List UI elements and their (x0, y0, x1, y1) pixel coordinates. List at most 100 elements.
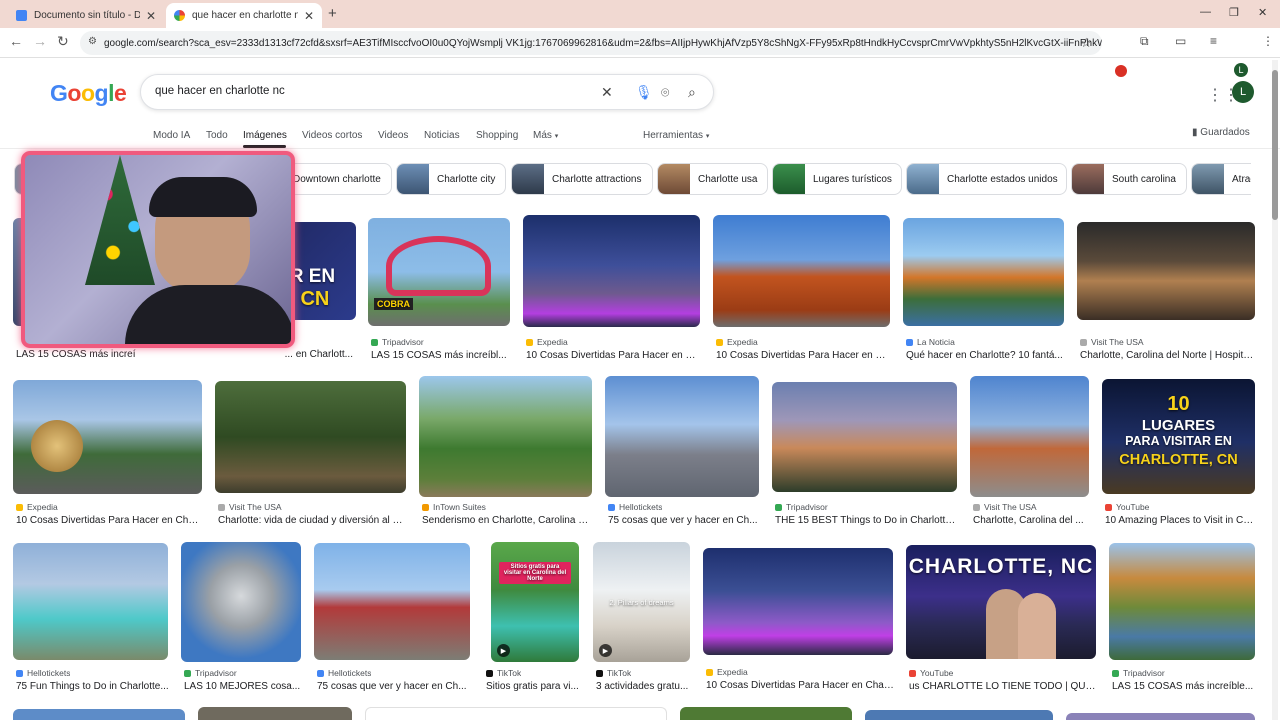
tab-mas[interactable]: Más ▾ (533, 130, 558, 141)
search-box[interactable]: que hacer en charlotte nc ✕ 🎙 ⌾ ⌕ (140, 74, 714, 110)
result-caption: Qué hacer en Charlotte? 10 fantá... (906, 350, 1063, 361)
expedia-icon (526, 338, 533, 346)
chip-south-carolina[interactable]: South carolina (1071, 163, 1187, 195)
result-source: Expedia (706, 667, 748, 677)
tab-search[interactable]: que hacer en charlotte nc - Bus ✕ (166, 3, 322, 28)
image-result[interactable]: Expedia 10 Cosas Divertidas Para Hacer e… (713, 215, 890, 363)
image-result[interactable]: 10 LUGARES PARA VISITAR EN CHARLOTTE, CN… (1102, 379, 1256, 528)
hellotickets-icon (16, 669, 23, 677)
reload-icon[interactable]: ↻ (57, 33, 69, 50)
image-result[interactable]: La Noticia Qué hacer en Charlotte? 10 fa… (903, 218, 1064, 363)
image-result[interactable] (680, 707, 852, 720)
image-result[interactable]: Expedia 10 Cosas Divertidas Para Hacer e… (13, 380, 202, 528)
search-icon[interactable]: ⌕ (688, 84, 696, 101)
forward-icon[interactable]: → (33, 33, 47, 49)
tab-videos[interactable]: Videos (378, 130, 408, 141)
image-result[interactable]: Expedia 10 Cosas Divertidas Para Hacer e… (523, 215, 700, 363)
source-label: Hellotickets (328, 668, 372, 678)
chip-charlotte-usa[interactable]: Charlotte usa (657, 163, 768, 195)
result-image (181, 542, 301, 662)
image-result[interactable]: Sitios gratis para visitar en Carolina d… (483, 542, 580, 693)
maximize-icon[interactable]: ❐ (1229, 6, 1239, 19)
cast-icon[interactable]: ▭ (1175, 34, 1186, 48)
image-result[interactable] (865, 710, 1053, 720)
url-field[interactable]: ⚙ google.com/search?sca_esv=2333d1313cf7… (80, 31, 1102, 55)
image-result[interactable]: CHARLOTTE, NC YouTube us CHARLOTTE LO TI… (906, 545, 1097, 693)
image-result[interactable]: Hellotickets 75 cosas que ver y hacer en… (605, 376, 759, 528)
result-source: TikTok (596, 668, 631, 678)
page-scrollbar[interactable] (1272, 60, 1278, 720)
image-result[interactable]: Visit The USA Charlotte, Carolina del ..… (970, 376, 1089, 528)
expedia-icon (16, 503, 23, 511)
image-result[interactable]: Visit The USA Charlotte: vida de ciudad … (215, 381, 406, 528)
chip-label: Charlotte usa (698, 173, 758, 185)
image-result[interactable]: Tripadvisor LAS 15 COSAS más increíble..… (1109, 543, 1255, 693)
microphone-icon[interactable]: 🎙 (635, 84, 653, 101)
menu-icon[interactable]: ⋮ (1262, 34, 1274, 48)
tab-shopping[interactable]: Shopping (476, 130, 518, 141)
result-source: Tripadvisor (1112, 668, 1165, 678)
image-result[interactable] (1066, 713, 1255, 720)
tab-imagenes[interactable]: Imágenes (243, 130, 287, 141)
bookmark-star-icon[interactable]: ☆ (1080, 35, 1092, 51)
result-source: Expedia (526, 337, 568, 347)
chip-charlotte-estados-unidos[interactable]: Charlotte estados unidos (906, 163, 1067, 195)
result-image (713, 215, 890, 327)
tools-button[interactable]: Herramientas ▾ (643, 130, 709, 141)
window-close-icon[interactable]: ✕ (1258, 6, 1267, 19)
extension-red-icon[interactable] (1115, 65, 1127, 77)
result-image (772, 382, 957, 492)
tab-modo-ia[interactable]: Modo IA (153, 130, 190, 141)
tab-docs[interactable]: Documento sin título - Docume ✕ (8, 3, 164, 28)
image-result[interactable]: 2. Pillars of dreams ▶ TikTok 3 activida… (593, 542, 690, 693)
result-source: Expedia (716, 337, 758, 347)
source-label: Expedia (727, 337, 758, 347)
image-result[interactable]: Expedia 10 Cosas Divertidas Para Hacer e… (703, 548, 894, 693)
image-result[interactable]: InTown Suites Senderismo en Charlotte, C… (419, 376, 592, 528)
chip-atrac[interactable]: Atrac (1191, 163, 1251, 195)
back-icon[interactable]: ← (9, 33, 23, 49)
chip-downtown-charlotte[interactable]: Downtown charlotte (288, 163, 392, 195)
chip-lugares-turisticos[interactable]: Lugares turísticos (772, 163, 902, 195)
result-caption: 10 Cosas Divertidas Para Hacer en C... (716, 350, 890, 361)
result-caption: ... en Charlott... (284, 349, 353, 360)
minimize-icon[interactable]: — (1200, 6, 1211, 18)
image-result[interactable]: Tripadvisor LAS 10 MEJORES cosa... (181, 542, 301, 693)
tab-noticias[interactable]: Noticias (424, 130, 460, 141)
new-tab-button[interactable]: + (328, 5, 337, 22)
chip-charlotte-city[interactable]: Charlotte city (396, 163, 506, 195)
image-result[interactable] (365, 707, 667, 720)
chip-charlotte-attractions[interactable]: Charlotte attractions (511, 163, 653, 195)
account-avatar[interactable]: L (1232, 81, 1254, 103)
visit-usa-icon (218, 503, 225, 511)
extensions-icon[interactable]: ⧉ (1140, 34, 1149, 49)
image-result[interactable] (198, 707, 352, 720)
chip-thumbnail (397, 164, 429, 194)
image-result[interactable]: Tripadvisor THE 15 BEST Things to Do in … (772, 382, 958, 528)
tab-todo[interactable]: Todo (206, 130, 228, 141)
image-result[interactable]: COBRA Tripadvisor LAS 15 COSAS más incre… (368, 218, 510, 363)
tab-videos-cortos[interactable]: Videos cortos (302, 130, 362, 141)
google-logo[interactable]: Google (50, 80, 127, 107)
image-result[interactable]: Visit The USA Charlotte, Carolina del No… (1077, 222, 1256, 363)
visit-usa-icon (973, 503, 980, 511)
profile-avatar[interactable]: L (1234, 63, 1248, 77)
saved-button[interactable]: ▮ Guardados (1192, 127, 1250, 138)
search-input[interactable]: que hacer en charlotte nc (155, 85, 285, 97)
result-source: Tripadvisor (371, 337, 424, 347)
close-icon[interactable]: ✕ (304, 9, 314, 23)
image-result[interactable]: Hellotickets 75 Fun Things to Do in Char… (13, 543, 169, 693)
image-result[interactable]: Hellotickets 75 cosas que ver y hacer en… (314, 543, 470, 693)
result-caption: Charlotte: vida de ciudad y diversión al… (218, 515, 406, 526)
result-caption: 10 Cosas Divertidas Para Hacer en Cha... (16, 515, 202, 526)
result-caption: us CHARLOTTE LO TIENE TODO | QUE... (909, 681, 1097, 692)
clear-icon[interactable]: ✕ (601, 84, 613, 101)
reading-list-icon[interactable]: ≡ (1210, 34, 1217, 48)
chip-label: Charlotte attractions (552, 173, 642, 185)
site-info-icon[interactable]: ⚙ (88, 36, 97, 47)
chip-thumbnail (658, 164, 690, 194)
lens-icon[interactable]: ⌾ (661, 84, 669, 101)
scrollbar-thumb[interactable] (1272, 70, 1278, 220)
close-icon[interactable]: ✕ (146, 9, 156, 23)
image-result[interactable] (13, 709, 185, 720)
